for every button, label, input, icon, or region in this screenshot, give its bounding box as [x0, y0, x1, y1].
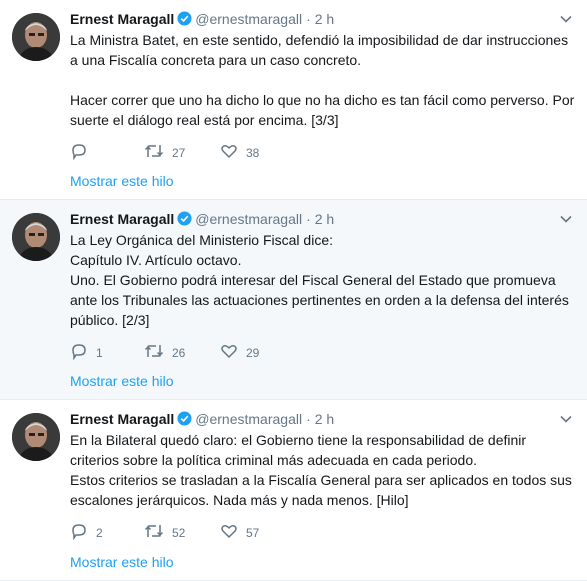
- reply-button[interactable]: 1: [70, 342, 120, 363]
- reply-icon: [70, 342, 96, 363]
- retweet-button[interactable]: 27: [144, 142, 196, 163]
- avatar[interactable]: [12, 413, 60, 461]
- retweet-count: 26: [172, 345, 186, 360]
- heart-icon: [220, 522, 246, 543]
- verified-badge-icon: [177, 210, 192, 232]
- chevron-down-icon[interactable]: [559, 412, 573, 426]
- retweet-icon: [144, 522, 172, 543]
- chevron-down-icon[interactable]: [559, 212, 573, 226]
- separator: ·: [306, 211, 311, 227]
- heart-icon: [220, 142, 246, 163]
- avatar[interactable]: [12, 13, 60, 61]
- like-count: 38: [246, 145, 260, 160]
- author-handle[interactable]: @ernestmaragall: [195, 211, 302, 227]
- like-button[interactable]: 29: [220, 342, 270, 363]
- tweet[interactable]: Ernest Maragall @ernestmaragall · 2 h La Le…: [0, 200, 587, 400]
- verified-badge-icon: [177, 10, 192, 32]
- tweet-text: En la Bilateral quedó claro: el Gobierno…: [70, 432, 572, 508]
- like-button[interactable]: 38: [220, 142, 270, 163]
- retweet-button[interactable]: 52: [144, 522, 196, 543]
- separator: ·: [306, 411, 311, 427]
- reply-button[interactable]: [70, 142, 120, 163]
- author-handle[interactable]: @ernestmaragall: [195, 411, 302, 427]
- retweet-button[interactable]: 26: [144, 342, 196, 363]
- timestamp[interactable]: 2 h: [315, 211, 334, 227]
- verified-badge-icon: [177, 410, 192, 432]
- retweet-count: 27: [172, 145, 186, 160]
- timestamp[interactable]: 2 h: [315, 11, 334, 27]
- show-thread-link[interactable]: Mostrar este hilo: [70, 173, 173, 189]
- like-button[interactable]: 57: [220, 522, 270, 543]
- retweet-count: 52: [172, 525, 186, 540]
- show-thread-link[interactable]: Mostrar este hilo: [70, 554, 173, 570]
- tweet[interactable]: Ernest Maragall @ernestmaragall · 2 h La Mi…: [0, 0, 587, 200]
- timestamp[interactable]: 2 h: [315, 411, 334, 427]
- retweet-icon: [144, 342, 172, 363]
- show-thread-link[interactable]: Mostrar este hilo: [70, 373, 173, 389]
- tweet-text: La Ministra Batet, en este sentido, defe…: [70, 32, 575, 128]
- author-name[interactable]: Ernest Maragall: [70, 411, 174, 427]
- reply-count: 2: [96, 525, 103, 540]
- reply-count: 1: [96, 345, 103, 360]
- separator: ·: [306, 11, 311, 27]
- tweet[interactable]: Ernest Maragall @ernestmaragall · 2 h En la…: [0, 400, 587, 581]
- retweet-icon: [144, 142, 172, 163]
- avatar[interactable]: [12, 213, 60, 261]
- heart-icon: [220, 342, 246, 363]
- author-name[interactable]: Ernest Maragall: [70, 11, 174, 27]
- author-handle[interactable]: @ernestmaragall: [195, 11, 302, 27]
- like-count: 29: [246, 345, 260, 360]
- reply-icon: [70, 522, 96, 543]
- tweet-text: La Ley Orgánica del Ministerio Fiscal di…: [70, 232, 569, 328]
- reply-icon: [70, 142, 96, 163]
- reply-button[interactable]: 2: [70, 522, 120, 543]
- author-name[interactable]: Ernest Maragall: [70, 211, 174, 227]
- like-count: 57: [246, 525, 260, 540]
- chevron-down-icon[interactable]: [559, 12, 573, 26]
